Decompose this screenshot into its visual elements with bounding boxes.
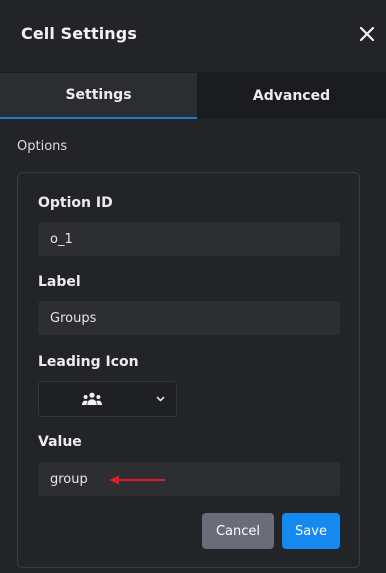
tab-settings[interactable]: Settings xyxy=(0,73,197,119)
option-id-field[interactable]: o_1 xyxy=(38,222,340,256)
option-id-label: Option ID xyxy=(38,195,113,211)
tab-advanced[interactable]: Advanced xyxy=(197,73,386,119)
cancel-button[interactable]: Cancel xyxy=(202,513,274,549)
value-field[interactable]: group xyxy=(38,462,340,496)
save-button[interactable]: Save xyxy=(282,513,340,549)
close-icon[interactable] xyxy=(358,24,376,44)
options-section-label: Options xyxy=(17,139,68,154)
cell-settings-panel: Cell Settings Settings Advanced Options … xyxy=(0,0,386,573)
group-icon xyxy=(82,392,102,405)
label-field-label: Label xyxy=(38,274,81,290)
annotation-arrow-icon xyxy=(109,475,165,485)
label-field[interactable]: Groups xyxy=(38,301,340,335)
leading-icon-select[interactable] xyxy=(38,381,177,417)
tab-bar: Settings Advanced xyxy=(0,73,386,119)
panel-header: Cell Settings xyxy=(0,0,386,73)
value-field-label: Value xyxy=(38,434,82,450)
panel-title: Cell Settings xyxy=(21,24,137,43)
leading-icon-label: Leading Icon xyxy=(38,354,139,370)
chevron-down-icon xyxy=(156,396,165,402)
